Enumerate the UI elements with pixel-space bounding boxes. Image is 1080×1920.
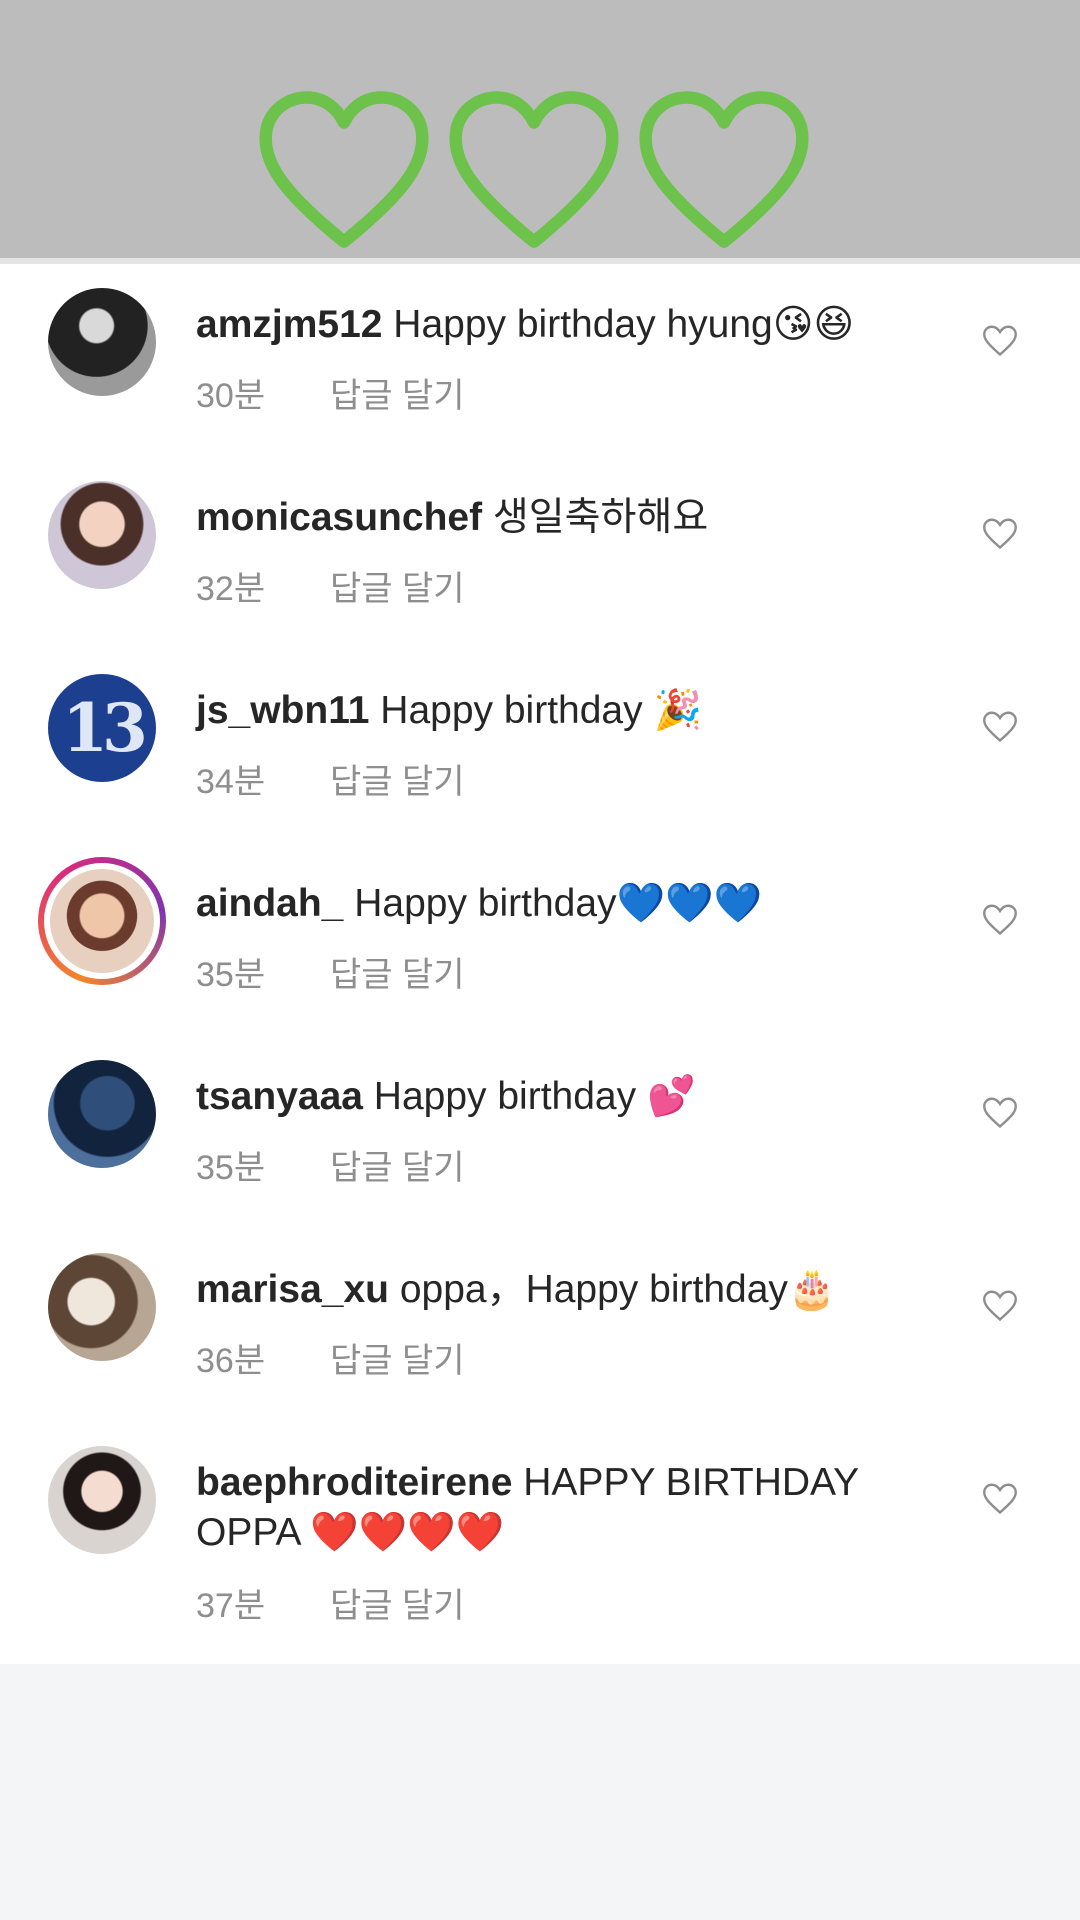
like-heart-icon[interactable] xyxy=(982,710,1018,744)
comment-body: oppa，Happy birthday xyxy=(399,1268,788,1311)
comment-body: Happy birthday xyxy=(354,882,617,925)
comment-meta: 35분 답글 달기 xyxy=(196,1140,465,1189)
reply-button[interactable]: 답글 달기 xyxy=(330,570,465,608)
comment-item: tsanyaaa Happy birthday 💕 35분 답글 달기 xyxy=(0,1052,1080,1242)
comment-list: amzjm512 Happy birthday hyung😘😆 30분 답글 달기… xyxy=(0,264,1080,1664)
comment-time: 35분 xyxy=(196,956,266,994)
comment-item: monicasunchef 생일축하해요 32분 답글 달기 xyxy=(0,473,1080,663)
reply-button[interactable]: 답글 달기 xyxy=(330,1342,465,1380)
comment-emoji: ❤️❤️❤️❤️ xyxy=(310,1510,505,1555)
comment-meta: 32분 답글 달기 xyxy=(196,561,465,610)
comment-emoji: 💙💙💙 xyxy=(616,881,763,926)
comment-meta: 30분 답글 달기 xyxy=(196,368,465,417)
comment-item: amzjm512 Happy birthday hyung😘😆 30분 답글 달기 xyxy=(0,280,1080,470)
comment-item: 13 js_wbn11 Happy birthday 🎉 34분 답글 달기 xyxy=(0,666,1080,856)
comment-time: 36분 xyxy=(196,1342,266,1380)
avatar-story-ring[interactable] xyxy=(38,857,166,985)
avatar[interactable] xyxy=(48,1446,156,1554)
avatar[interactable] xyxy=(48,1253,156,1361)
comment-username[interactable]: monicasunchef xyxy=(196,496,482,539)
avatar-number: 13 xyxy=(62,689,148,767)
reply-button[interactable]: 답글 달기 xyxy=(330,763,465,801)
comment-item: aindah_ Happy birthday💙💙💙 35분 답글 달기 xyxy=(0,857,1080,1049)
comment-text: aindah_ Happy birthday💙💙💙 xyxy=(196,879,916,929)
reply-button[interactable]: 답글 달기 xyxy=(330,1149,465,1187)
comment-time: 34분 xyxy=(196,763,266,801)
comment-item: baephroditeirene HAPPY BIRTHDAY OPPA ❤️❤… xyxy=(0,1438,1080,1658)
comment-emoji: 💕 xyxy=(646,1074,696,1119)
avatar[interactable] xyxy=(48,288,156,396)
comment-text: monicasunchef 생일축하해요 xyxy=(196,493,916,543)
comment-username[interactable]: amzjm512 xyxy=(196,303,382,346)
green-heart-icon xyxy=(639,91,809,248)
comment-emoji: 🎂 xyxy=(787,1267,837,1312)
comment-meta: 37분 답글 달기 xyxy=(196,1578,465,1627)
like-heart-icon[interactable] xyxy=(982,1096,1018,1130)
comment-text: amzjm512 Happy birthday hyung😘😆 xyxy=(196,300,916,350)
like-heart-icon[interactable] xyxy=(982,903,1018,937)
comment-text: marisa_xu oppa，Happy birthday🎂 xyxy=(196,1265,916,1315)
comment-text: baephroditeirene HAPPY BIRTHDAY OPPA ❤️❤… xyxy=(196,1458,896,1558)
comment-time: 35분 xyxy=(196,1149,266,1187)
comment-meta: 34분 답글 달기 xyxy=(196,754,465,803)
comment-meta: 36분 답글 달기 xyxy=(196,1333,465,1382)
comment-text: tsanyaaa Happy birthday 💕 xyxy=(196,1072,916,1122)
comment-time: 30분 xyxy=(196,377,266,415)
bottom-empty-area xyxy=(0,1664,1080,1920)
green-heart-icon xyxy=(449,91,619,248)
like-heart-icon[interactable] xyxy=(982,1482,1018,1516)
comment-body: Happy birthday xyxy=(380,689,643,732)
reply-button[interactable]: 답글 달기 xyxy=(330,956,465,994)
like-heart-icon[interactable] xyxy=(982,1289,1018,1323)
comment-body: Happy birthday hyung xyxy=(393,303,773,346)
comment-emoji: 😘😆 xyxy=(772,302,855,347)
comment-time: 32분 xyxy=(196,570,266,608)
like-heart-icon[interactable] xyxy=(982,517,1018,551)
avatar xyxy=(50,869,154,973)
reply-button[interactable]: 답글 달기 xyxy=(330,377,465,415)
avatar[interactable]: 13 xyxy=(48,674,156,782)
header-banner xyxy=(0,0,1080,258)
comment-time: 37분 xyxy=(196,1587,266,1625)
like-heart-icon[interactable] xyxy=(982,324,1018,358)
reply-button[interactable]: 답글 달기 xyxy=(330,1587,465,1625)
green-heart-icon xyxy=(259,91,429,248)
comment-body: 생일축하해요 xyxy=(492,496,709,539)
comment-meta: 35분 답글 달기 xyxy=(196,947,465,996)
comment-text: js_wbn11 Happy birthday 🎉 xyxy=(196,686,916,736)
comment-username[interactable]: marisa_xu xyxy=(196,1268,389,1311)
avatar[interactable] xyxy=(48,1060,156,1168)
comment-item: marisa_xu oppa，Happy birthday🎂 36분 답글 달기 xyxy=(0,1245,1080,1435)
hearts-row xyxy=(255,88,815,258)
comment-username[interactable]: tsanyaaa xyxy=(196,1075,363,1118)
comment-body: Happy birthday xyxy=(373,1075,637,1118)
comment-username[interactable]: js_wbn11 xyxy=(196,689,369,732)
comment-username[interactable]: aindah_ xyxy=(196,882,343,925)
comment-emoji: 🎉 xyxy=(653,688,703,733)
comment-username[interactable]: baephroditeirene xyxy=(196,1461,512,1504)
avatar[interactable] xyxy=(48,481,156,589)
